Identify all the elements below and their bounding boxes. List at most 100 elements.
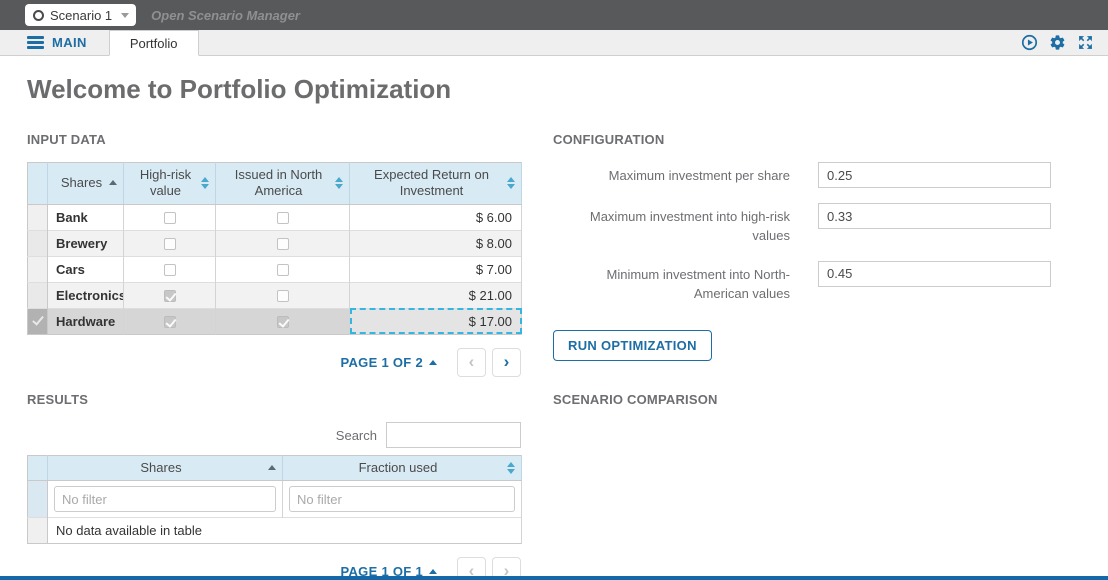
shares-filter-input[interactable] <box>54 486 276 512</box>
sort-icon <box>507 177 515 189</box>
tab-portfolio-label: Portfolio <box>130 36 178 51</box>
table-row-hardware[interactable]: Hardware $ 17.00 <box>28 308 522 334</box>
footer-accent-bar <box>0 576 1108 580</box>
column-header-expected-return[interactable]: Expected Return on Investment <box>350 163 522 205</box>
table-row-cars[interactable]: Cars $ 7.00 <box>28 256 522 282</box>
fullscreen-icon[interactable] <box>1077 34 1094 51</box>
high-risk-checkbox[interactable] <box>164 290 176 302</box>
search-label: Search <box>336 428 377 443</box>
column-header-shares[interactable]: Shares <box>48 163 124 205</box>
column-header-shares[interactable]: Shares <box>48 456 283 481</box>
north-america-checkbox[interactable] <box>277 264 289 276</box>
results-table: Shares Fraction used <box>27 455 522 544</box>
sort-ascending-icon <box>109 180 117 185</box>
column-header-high-risk[interactable]: High-risk value <box>124 163 216 205</box>
row-gutter[interactable] <box>28 282 48 308</box>
input-data-pagination: PAGE 1 OF 2 ‹ › <box>27 348 521 377</box>
high-risk-checkbox[interactable] <box>164 212 176 224</box>
north-america-checkbox[interactable] <box>277 290 289 302</box>
share-name[interactable]: Bank <box>48 204 124 230</box>
app-window: Scenario 1 Open Scenario Manager MAIN Po… <box>0 0 1108 580</box>
no-data-message: No data available in table <box>48 518 522 544</box>
toolbar-icons <box>1021 34 1094 51</box>
scenario-comparison-section: SCENARIO COMPARISON <box>553 392 1081 580</box>
north-america-checkbox[interactable] <box>277 316 289 328</box>
expected-return-cell[interactable]: $ 8.00 <box>350 230 522 256</box>
high-risk-checkbox[interactable] <box>164 264 176 276</box>
caret-up-icon <box>429 569 437 574</box>
max-investment-high-risk-label: Maximum investment into high-risk values <box>553 203 818 246</box>
column-header-fraction-used[interactable]: Fraction used <box>283 456 522 481</box>
config-field-row: Minimum investment into North-American v… <box>553 261 1081 304</box>
fraction-used-filter-input[interactable] <box>289 486 515 512</box>
scenario-status-icon <box>33 10 44 21</box>
header-gutter <box>28 456 48 481</box>
row-gutter[interactable] <box>28 204 48 230</box>
results-search-row: Search <box>27 422 521 448</box>
results-section: RESULTS Search Shares Fraction used <box>27 392 521 580</box>
min-investment-north-american-input[interactable] <box>818 261 1051 287</box>
results-filter-row <box>28 481 522 518</box>
config-field-row: Maximum investment per share <box>553 162 1081 188</box>
open-scenario-manager-label: Open Scenario Manager <box>151 8 300 23</box>
main-menu-label: MAIN <box>52 35 87 50</box>
next-page-button[interactable]: › <box>492 348 521 377</box>
scenario-toolbar: Scenario 1 Open Scenario Manager <box>0 0 1108 30</box>
north-america-checkbox[interactable] <box>277 238 289 250</box>
share-name[interactable]: Electronics <box>48 282 124 308</box>
prev-page-button[interactable]: ‹ <box>457 348 486 377</box>
sort-icon <box>201 177 209 189</box>
row-gutter[interactable] <box>28 308 48 334</box>
table-row-brewery[interactable]: Brewery $ 8.00 <box>28 230 522 256</box>
header-gutter <box>28 163 48 205</box>
results-empty-row: No data available in table <box>28 518 522 544</box>
row-gutter[interactable] <box>28 230 48 256</box>
main-menu-button[interactable]: MAIN <box>27 35 87 50</box>
sort-ascending-icon <box>268 465 276 470</box>
max-investment-per-share-label: Maximum investment per share <box>553 162 818 186</box>
results-header-row: Shares Fraction used <box>28 456 522 481</box>
sort-icon <box>335 177 343 189</box>
share-name[interactable]: Hardware <box>48 308 124 334</box>
min-investment-north-american-label: Minimum investment into North-American v… <box>553 261 818 304</box>
table-row-electronics[interactable]: Electronics $ 21.00 <box>28 282 522 308</box>
high-risk-checkbox[interactable] <box>164 238 176 250</box>
share-name[interactable]: Brewery <box>48 230 124 256</box>
expected-return-cell[interactable]: $ 21.00 <box>350 282 522 308</box>
play-circle-icon[interactable] <box>1021 34 1038 51</box>
page-size-selector[interactable]: PAGE 1 OF 2 <box>340 355 437 370</box>
input-data-title: INPUT DATA <box>27 132 521 147</box>
caret-up-icon <box>429 360 437 365</box>
column-header-north-america[interactable]: Issued in North America <box>216 163 350 205</box>
expected-return-cell[interactable]: $ 7.00 <box>350 256 522 282</box>
expected-return-cell[interactable]: $ 6.00 <box>350 204 522 230</box>
input-table-header-row: Shares High-risk value Issued in North A… <box>28 163 522 205</box>
hamburger-icon <box>27 36 44 49</box>
max-investment-per-share-input[interactable] <box>818 162 1051 188</box>
row-gutter[interactable] <box>28 256 48 282</box>
row-check-icon <box>33 316 43 326</box>
input-data-section: INPUT DATA Shares High-risk value <box>27 132 521 392</box>
tab-portfolio[interactable]: Portfolio <box>109 30 199 56</box>
results-title: RESULTS <box>27 392 521 407</box>
max-investment-high-risk-input[interactable] <box>818 203 1051 229</box>
share-name[interactable]: Cars <box>48 256 124 282</box>
high-risk-checkbox[interactable] <box>164 316 176 328</box>
tab-bar: MAIN Portfolio <box>0 30 1108 56</box>
scenario-selector-button[interactable]: Scenario 1 <box>25 4 136 26</box>
expected-return-cell-selected[interactable]: $ 17.00 <box>350 308 522 334</box>
north-america-checkbox[interactable] <box>277 212 289 224</box>
search-input[interactable] <box>386 422 521 448</box>
configuration-section: CONFIGURATION Maximum investment per sha… <box>553 132 1081 392</box>
filter-gutter <box>28 481 48 518</box>
configuration-title: CONFIGURATION <box>553 132 1081 147</box>
page-title: Welcome to Portfolio Optimization <box>27 74 1081 105</box>
table-row-bank[interactable]: Bank $ 6.00 <box>28 204 522 230</box>
sort-icon <box>507 462 515 474</box>
row-gutter <box>28 518 48 544</box>
chevron-down-icon <box>121 13 129 18</box>
run-optimization-button[interactable]: RUN OPTIMIZATION <box>553 330 712 361</box>
scenario-selector-label: Scenario 1 <box>50 8 112 23</box>
gear-icon[interactable] <box>1049 34 1066 51</box>
config-field-row: Maximum investment into high-risk values <box>553 203 1081 246</box>
